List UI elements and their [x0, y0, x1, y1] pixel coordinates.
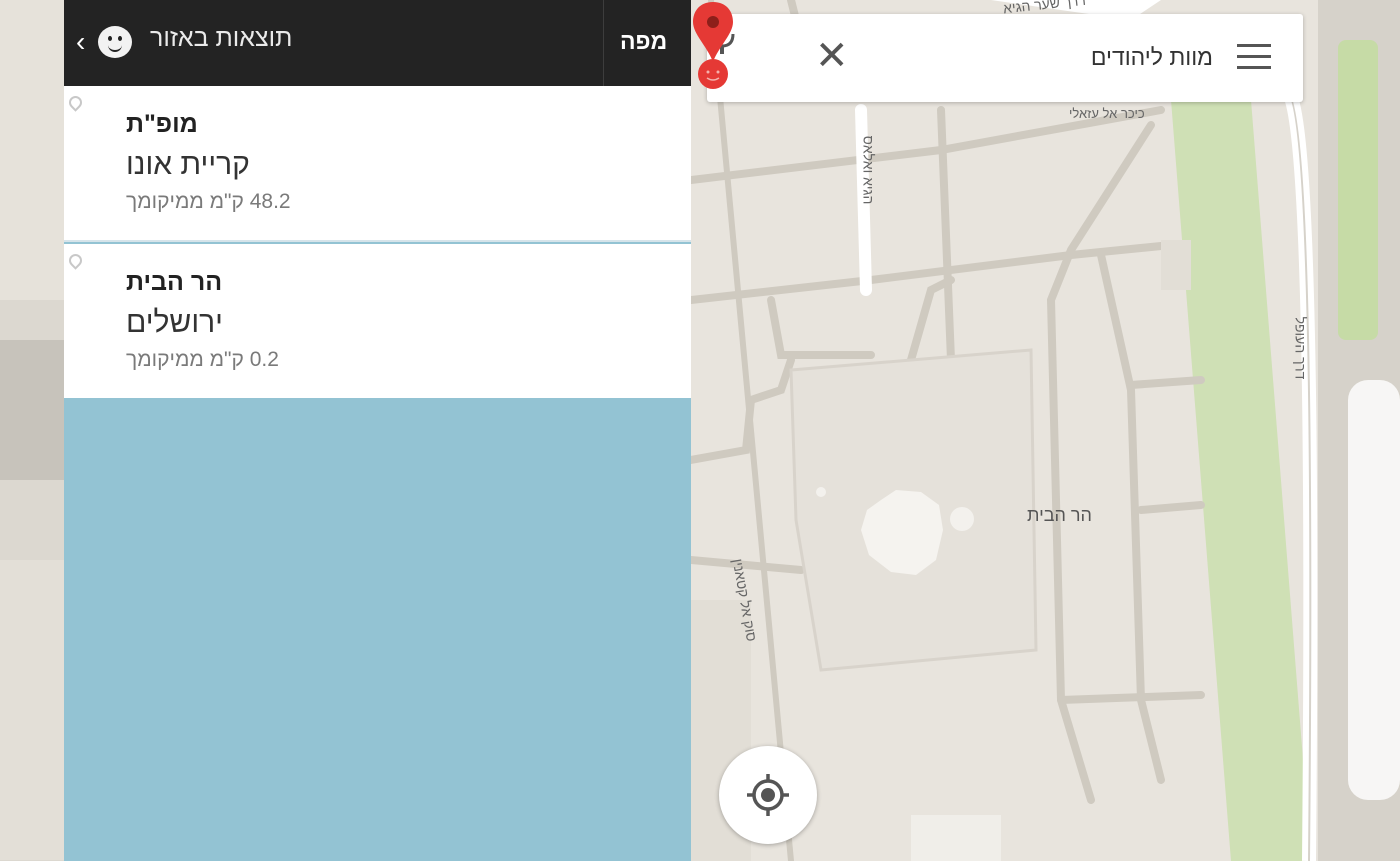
- map-search-bar: ✕ מוות ליהודים: [707, 14, 1303, 102]
- top-bar-divider: [603, 0, 604, 86]
- results-top-bar: ‹ תוצאות באזור מפה: [64, 0, 691, 86]
- map-button[interactable]: מפה: [620, 28, 667, 55]
- crosshair-icon: [747, 774, 789, 816]
- place-pin-icon: [66, 251, 85, 270]
- street-label: דרך העופל: [1292, 316, 1309, 380]
- result-name: מופ"ת: [126, 110, 198, 138]
- street-label: הגיא ואלאס: [860, 135, 877, 205]
- results-panel: ‹ תוצאות באזור מפה מופ"ת קריית אונו 48.2…: [64, 0, 691, 861]
- marker-label: הר הבית: [1027, 505, 1092, 525]
- result-city: קריית אונו: [126, 148, 250, 181]
- result-name: הר הבית: [126, 268, 223, 296]
- clear-search-icon[interactable]: ✕: [815, 34, 849, 78]
- result-item[interactable]: הר הבית ירושלים 0.2 ק"מ ממיקומך: [64, 244, 691, 398]
- search-input[interactable]: מוות ליהודים: [1007, 44, 1213, 71]
- background-right-strip: [1318, 0, 1400, 861]
- menu-icon[interactable]: [1237, 44, 1271, 70]
- result-distance: 48.2 ק"מ ממיקומך: [126, 190, 291, 213]
- street-label: כיכר אל עזאלי: [1069, 106, 1145, 121]
- waze-logo-icon[interactable]: [98, 26, 132, 58]
- result-distance: 0.2 ק"מ ממיקומך: [126, 348, 279, 371]
- result-city: ירושלים: [126, 306, 223, 339]
- map-view[interactable]: דרך שער הגיא כיכר אל עזאלי הגיא ואלאס סו…: [691, 0, 1318, 861]
- result-item[interactable]: מופ"ת קריית אונו 48.2 ק"מ ממיקומך: [64, 86, 691, 242]
- location-pin-icon[interactable]: [691, 0, 735, 90]
- map-streets: [691, 0, 1318, 861]
- place-pin-icon: [66, 93, 85, 112]
- back-arrow-icon[interactable]: ‹: [76, 22, 85, 62]
- background-left-strip: [0, 0, 64, 861]
- page-title: תוצאות באזור: [150, 24, 293, 52]
- my-location-button[interactable]: [719, 746, 817, 844]
